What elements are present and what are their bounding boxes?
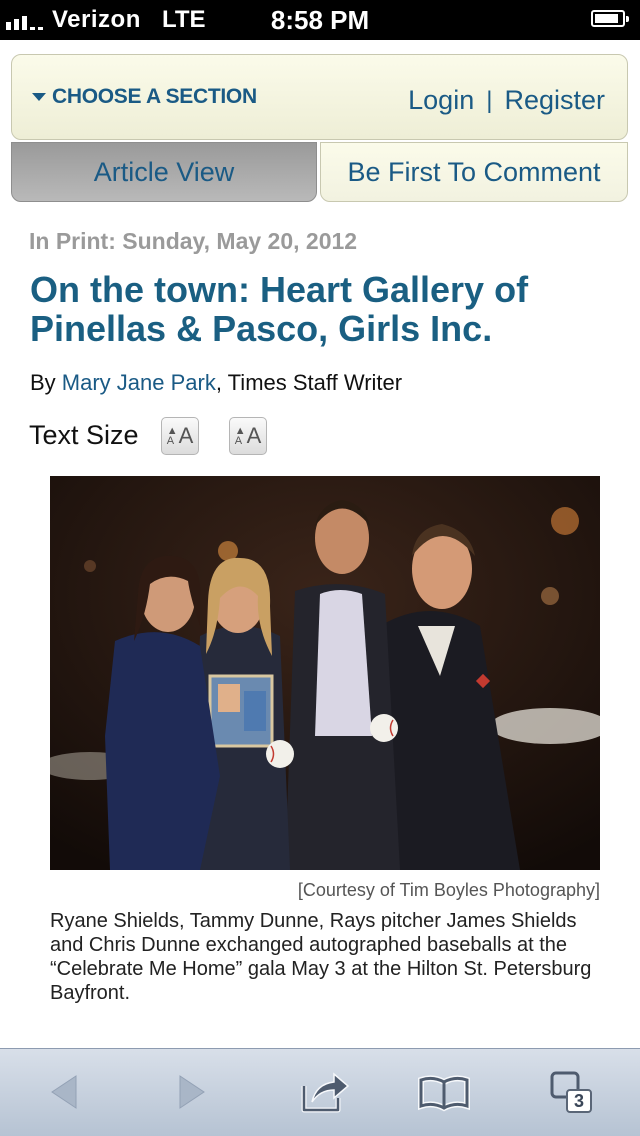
register-link[interactable]: Register [504,85,605,116]
caret-down-icon [32,93,46,101]
choose-section-menu[interactable]: CHOOSE A SECTION [32,85,257,109]
text-size-control: Text Size ▲ A A ▲ A A [29,417,267,455]
byline-prefix: By [30,370,62,395]
photo-credit: [Courtesy of Tim Boyles Photography] [297,880,600,900]
forward-arrow-icon [179,1075,205,1109]
link-separator: | [486,86,493,114]
back-button[interactable] [36,1067,92,1117]
tab-count-badge: 3 [566,1089,592,1113]
browser-toolbar: 3 [0,1048,640,1136]
article-photo[interactable] [50,476,600,870]
print-date: In Print: Sunday, May 20, 2012 [29,228,358,254]
bookmarks-book-icon [418,1075,470,1112]
status-bar: Verizon LTE 8:58 PM [0,0,640,40]
site-header: CHOOSE A SECTION Login | Register [11,54,628,140]
byline-suffix: , Times Staff Writer [215,370,403,395]
back-arrow-icon [51,1075,77,1109]
bookmarks-button[interactable] [416,1067,472,1117]
status-time: 8:58 PM [270,5,370,35]
tab-comment-label: Be First To Comment [347,156,601,187]
login-link[interactable]: Login [408,85,474,116]
tab-article-view[interactable]: Article View [11,142,317,202]
tabs-button[interactable]: 3 [546,1067,596,1117]
photo-caption: Ryane Shields, Tammy Dunne, Rays pitcher… [50,910,592,1004]
text-larger-icon: ▲ A [234,425,246,447]
text-smaller-button[interactable]: ▲ A A [161,417,199,455]
text-larger-button[interactable]: ▲ A A [229,417,267,455]
text-smaller-icon: ▲ A [166,425,178,447]
share-button[interactable] [296,1067,352,1117]
share-icon [301,1072,350,1113]
battery-icon [591,10,629,27]
tab-comment[interactable]: Be First To Comment [320,142,628,202]
photo-illustration [50,476,600,870]
tab-article-view-label: Article View [93,156,235,187]
article-headline: On the town: Heart Gallery of Pinellas &… [30,269,529,349]
choose-section-label: CHOOSE A SECTION [52,85,257,108]
text-size-label: Text Size [29,420,139,450]
author-link[interactable]: Mary Jane Park [62,370,216,395]
account-links: Login | Register [408,85,605,116]
byline: By Mary Jane Park, Times Staff Writer [30,370,402,396]
forward-button[interactable] [164,1067,220,1117]
